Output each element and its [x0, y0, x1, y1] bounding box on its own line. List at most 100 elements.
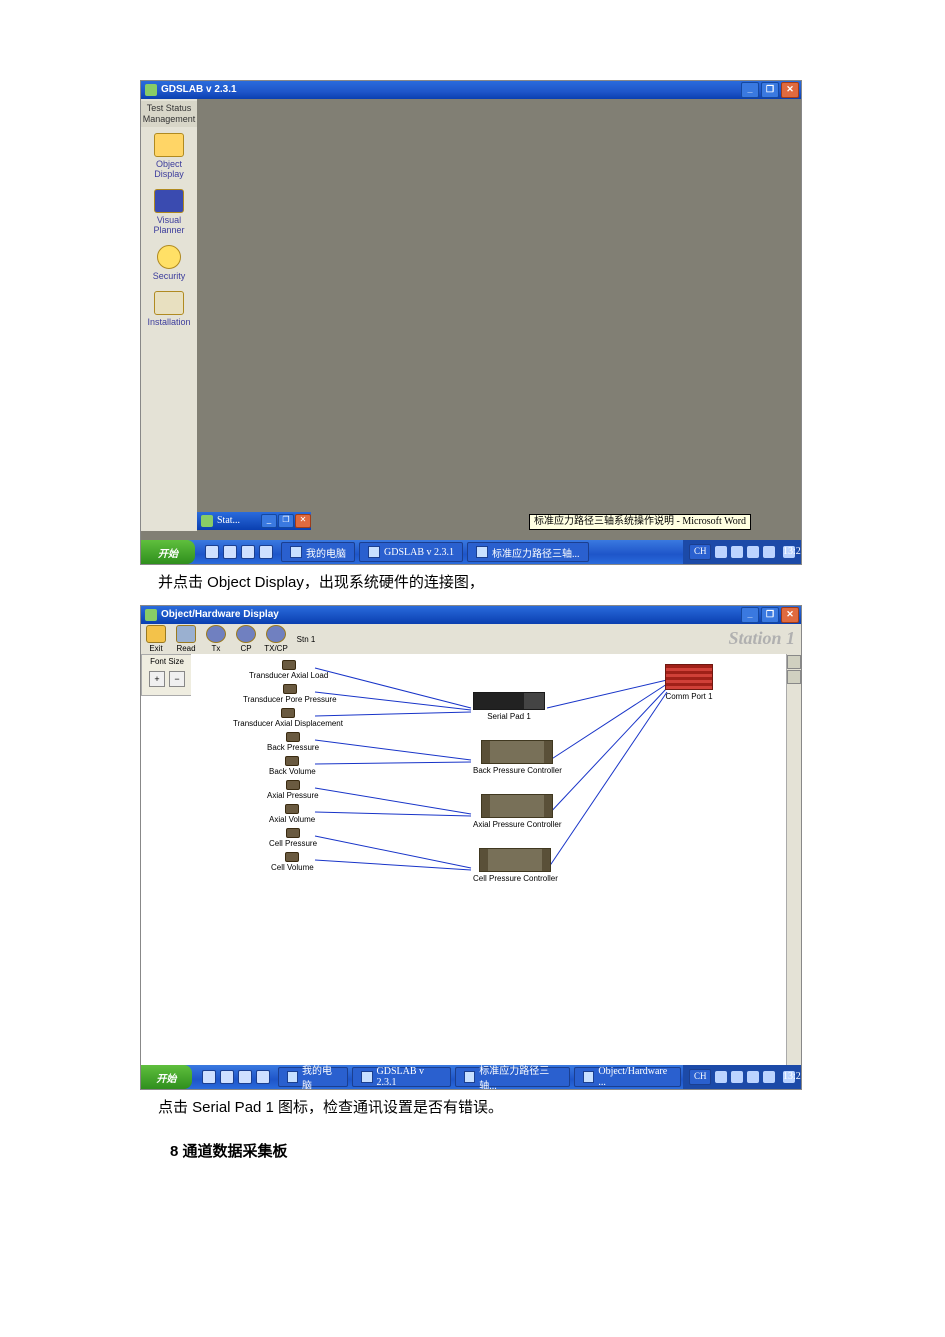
quick-launch-2[interactable] [196, 1070, 276, 1084]
start-button-2[interactable]: 开始 [141, 1065, 192, 1089]
transducer-icon [285, 756, 299, 766]
mdi-maximize-button[interactable]: ❐ [278, 514, 294, 528]
node-axial-disp[interactable]: Transducer Axial Displacement [233, 708, 343, 728]
fontsize-panel: Font Size + − [141, 654, 193, 696]
tray-volume-icon[interactable] [731, 1071, 743, 1083]
maximize-button-2[interactable]: ❐ [761, 607, 779, 623]
ql-ie-icon[interactable] [202, 1070, 216, 1084]
ql-ie-icon[interactable] [205, 545, 219, 559]
node-axial-pressure[interactable]: Axial Pressure [267, 780, 319, 800]
hardware-canvas[interactable]: Transducer Axial Load Transducer Pore Pr… [191, 654, 787, 1065]
app-icon-2 [145, 609, 157, 621]
taskbar-word-doc[interactable]: 标准应力路径三轴... [467, 542, 589, 562]
toolbar: Exit Read Tx CP TX/CP Stn 1 Station 1 [141, 624, 801, 655]
serial-pad-icon [473, 692, 545, 710]
mdi-minimize-button[interactable]: _ [261, 514, 277, 528]
tb-cp[interactable]: CP [231, 623, 261, 655]
hw-cell-controller[interactable]: Cell Pressure Controller [473, 848, 558, 883]
ql-chevron-icon[interactable] [256, 1070, 270, 1084]
tray-network-icon[interactable] [747, 546, 759, 558]
taskbar-gdslab-2[interactable]: GDSLAB v 2.3.1 [352, 1067, 451, 1087]
hw-axial-controller[interactable]: Axial Pressure Controller [473, 794, 561, 829]
taskbar-object-hw[interactable]: Object/Hardware ... [574, 1067, 681, 1087]
taskbar-2[interactable]: 开始 我的电脑 GDSLAB v 2.3.1 标准应力路径三轴... Objec… [141, 1065, 801, 1089]
system-tray-2[interactable]: CH 13:27 [683, 1065, 801, 1089]
ql-chevron-icon[interactable] [259, 545, 273, 559]
fontsize-decrease[interactable]: − [169, 671, 185, 687]
clock-2[interactable]: 13:27 [783, 1071, 795, 1083]
window-titlebar[interactable]: GDSLAB v 2.3.1 _ ❐ ✕ [141, 81, 801, 99]
quick-launch[interactable] [199, 545, 279, 559]
node-axial-volume[interactable]: Axial Volume [269, 804, 315, 824]
hw-comm-port[interactable]: Comm Port 1 [665, 664, 713, 701]
sidebar-item-object-display[interactable]: Object Display [141, 127, 197, 183]
sidebar-item-installation[interactable]: Installation [141, 285, 197, 331]
taskbar-mycomputer-2[interactable]: 我的电脑 [278, 1067, 349, 1087]
fontsize-increase[interactable]: + [149, 671, 165, 687]
taskbar-gdslab[interactable]: GDSLAB v 2.3.1 [359, 542, 463, 562]
word-icon [476, 546, 488, 558]
taskbar-mycomputer[interactable]: 我的电脑 [281, 542, 355, 562]
tray-shield-icon[interactable] [763, 546, 775, 558]
tray-volume-icon[interactable] [731, 546, 743, 558]
controller-icon [481, 794, 553, 818]
window-titlebar-2[interactable]: Object/Hardware Display _ ❐ ✕ [141, 606, 801, 624]
lang-indicator-2[interactable]: CH [689, 1069, 711, 1085]
mdi-close-button[interactable]: ✕ [295, 514, 311, 528]
controller-icon [479, 848, 551, 872]
node-cell-volume[interactable]: Cell Volume [271, 852, 314, 872]
sidebar-item-security[interactable]: Security [141, 239, 197, 285]
hw-serial-pad[interactable]: Serial Pad 1 [473, 692, 545, 721]
read-icon [176, 625, 196, 643]
sidebar-item-visual-planner[interactable]: Visual Planner [141, 183, 197, 239]
sidebar: Test Status Management Object Display Vi… [141, 99, 197, 531]
mdi-child-titlebar[interactable]: Stat... _ ❐ ✕ [197, 512, 311, 530]
vertical-scrollbar[interactable] [786, 654, 801, 1065]
taskbar[interactable]: 开始 我的电脑 GDSLAB v 2.3.1 标准应力路径三轴... CH 13… [141, 540, 801, 564]
system-tray[interactable]: CH 13:27 [683, 540, 801, 564]
ql-desktop-icon[interactable] [220, 1070, 234, 1084]
screenshot-gdslab-main: GDSLAB v 2.3.1 _ ❐ ✕ Test Status Managem… [140, 80, 802, 565]
ql-desktop-icon[interactable] [223, 545, 237, 559]
node-cell-pressure[interactable]: Cell Pressure [269, 828, 317, 848]
taskbar-word-2[interactable]: 标准应力路径三轴... [455, 1067, 570, 1087]
close-button[interactable]: ✕ [781, 82, 799, 98]
tb-txcp[interactable]: TX/CP [261, 623, 291, 655]
ql-explorer-icon[interactable] [238, 1070, 252, 1084]
minimize-button[interactable]: _ [741, 82, 759, 98]
fontsize-label: Font Size [142, 655, 192, 667]
minimize-button-2[interactable]: _ [741, 607, 759, 623]
ql-explorer-icon[interactable] [241, 545, 255, 559]
scroll-thumb[interactable] [787, 670, 801, 684]
mycomputer-icon [287, 1071, 298, 1083]
tb-tx[interactable]: Tx [201, 623, 231, 655]
tb-exit[interactable]: Exit [141, 623, 171, 655]
maximize-button[interactable]: ❐ [761, 82, 779, 98]
node-axial-load[interactable]: Transducer Axial Load [249, 660, 328, 680]
node-back-volume[interactable]: Back Volume [269, 756, 316, 776]
cp-icon [236, 625, 256, 643]
tb-station[interactable]: Stn 1 [291, 633, 321, 646]
tb-read[interactable]: Read [171, 623, 201, 655]
object-display-icon [154, 133, 184, 157]
caption-1: 并点击 Object Display，出现系统硬件的连接图， [158, 571, 945, 595]
security-icon [157, 245, 181, 269]
txcp-icon [266, 625, 286, 643]
start-button[interactable]: 开始 [141, 540, 195, 564]
tray-network-icon[interactable] [747, 1071, 759, 1083]
scroll-up-icon[interactable] [787, 655, 801, 669]
lang-indicator[interactable]: CH [689, 544, 711, 560]
transducer-icon [282, 660, 296, 670]
word-icon [464, 1071, 475, 1083]
caption-2: 点击 Serial Pad 1 图标，检查通讯设置是否有错误。 [158, 1096, 945, 1120]
transducer-icon [283, 684, 297, 694]
node-pore-pressure[interactable]: Transducer Pore Pressure [243, 684, 337, 704]
tray-keyboard-icon[interactable] [715, 1071, 727, 1083]
tray-keyboard-icon[interactable] [715, 546, 727, 558]
hw-back-controller[interactable]: Back Pressure Controller [473, 740, 562, 775]
tray-shield-icon[interactable] [763, 1071, 775, 1083]
clock[interactable]: 13:27 [783, 546, 795, 558]
app-icon [145, 84, 157, 96]
node-back-pressure[interactable]: Back Pressure [267, 732, 319, 752]
close-button-2[interactable]: ✕ [781, 607, 799, 623]
